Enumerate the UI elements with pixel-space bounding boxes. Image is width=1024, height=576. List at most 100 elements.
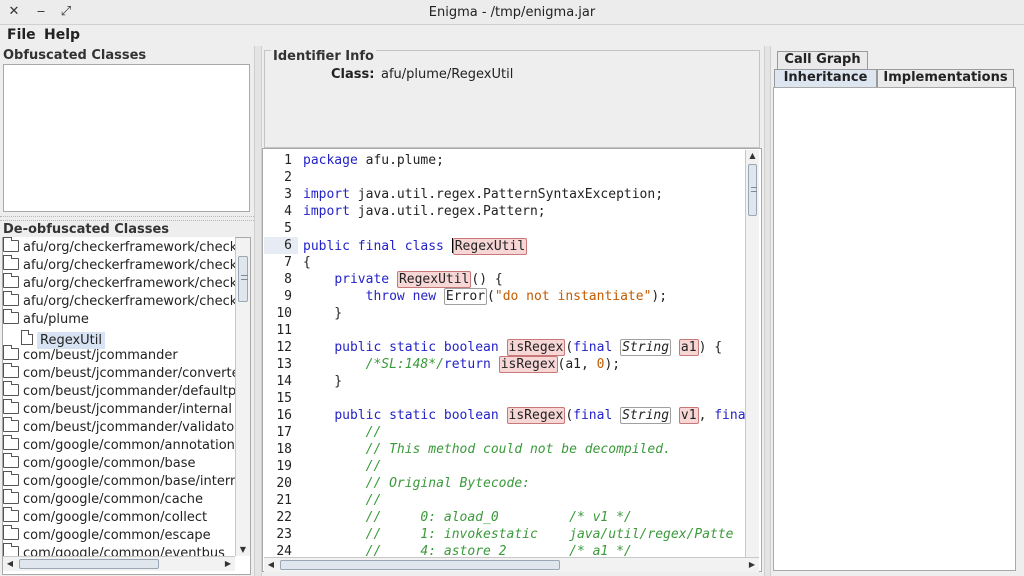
tree-package-item[interactable]: afu/org/checkerframework/checke bbox=[3, 255, 235, 276]
window-title: Enigma - /tmp/enigma.jar bbox=[428, 5, 596, 20]
line-number: 14 bbox=[276, 374, 292, 389]
code-line: // bbox=[365, 425, 382, 440]
tree-item-label: com/beust/jcommander/converter bbox=[23, 366, 235, 381]
tree-item-label: afu/org/checkerframework/checke bbox=[23, 276, 235, 291]
folder-icon bbox=[3, 345, 19, 360]
tree-item-label: afu/org/checkerframework/checke bbox=[23, 258, 235, 273]
tab-implementations[interactable]: Implementations bbox=[877, 69, 1014, 87]
tree-package-item[interactable]: com/beust/jcommander/defaultpro bbox=[3, 381, 235, 402]
tab-call-graph[interactable]: Call Graph bbox=[777, 51, 868, 69]
line-number: 7 bbox=[284, 255, 292, 270]
code-editor[interactable]: 1 2 3 4 5 6 7 8 9 10 11 12 13 14 15 16 17 18 19 20 21 22 23 24 … bbox=[264, 150, 746, 557]
tree-package-item[interactable]: com/beust/jcommander/converter bbox=[3, 363, 235, 384]
tree-package-item[interactable]: com/beust/jcommander/validators bbox=[3, 417, 235, 438]
tree-package-item[interactable]: afu/org/checkerframework/checke bbox=[3, 291, 235, 312]
code-horizontal-scrollbar[interactable]: ◀ ▶ bbox=[264, 557, 759, 572]
identifier-a1[interactable]: a1 bbox=[678, 339, 699, 356]
identifier-regexutil-ctor[interactable]: RegexUtil bbox=[396, 271, 472, 288]
tree-item-label: com/beust/jcommander/validators bbox=[23, 420, 235, 435]
line-number: 12 bbox=[276, 340, 292, 355]
folder-icon bbox=[3, 471, 19, 486]
folder-icon bbox=[3, 453, 19, 468]
code-hscroll-thumb[interactable] bbox=[280, 560, 560, 570]
identifier-v1[interactable]: v1 bbox=[678, 407, 699, 424]
horizontal-splitter[interactable] bbox=[0, 216, 254, 221]
center-right-splitter[interactable] bbox=[764, 46, 771, 576]
code-line: // Original Bytecode: bbox=[365, 476, 530, 491]
code-scroll-thumb[interactable] bbox=[748, 164, 757, 216]
line-number: 23 bbox=[276, 527, 292, 542]
tree-item-label: afu/org/checkerframework/checke bbox=[23, 294, 235, 309]
code-line: private RegexUtil() { bbox=[334, 271, 503, 288]
identifier-error[interactable]: Error bbox=[443, 288, 488, 305]
scroll-right-arrow-icon[interactable]: ▶ bbox=[222, 557, 234, 571]
tree-package-item[interactable]: com/google/common/cache bbox=[3, 489, 204, 510]
tree-package-item[interactable]: afu/plume bbox=[3, 309, 89, 330]
scroll-up-arrow-icon[interactable]: ▲ bbox=[746, 150, 759, 162]
tree-vertical-scrollbar[interactable]: ▼ bbox=[235, 238, 250, 556]
line-number: 18 bbox=[276, 442, 292, 457]
obfuscated-classes-label: Obfuscated Classes bbox=[3, 48, 147, 63]
tree-horizontal-scrollbar[interactable]: ◀ ▶ bbox=[3, 556, 235, 571]
code-line: public static boolean isRegex (final Stri… bbox=[334, 339, 723, 356]
tree-package-item[interactable]: com/beust/jcommander/internal bbox=[3, 399, 232, 420]
folder-icon bbox=[3, 489, 19, 504]
tree-package-item[interactable]: com/beust/jcommander bbox=[3, 345, 178, 366]
left-center-splitter[interactable] bbox=[254, 46, 262, 576]
folder-icon bbox=[3, 525, 19, 540]
tree-package-item[interactable]: com/google/common/collect bbox=[3, 507, 207, 528]
deobfuscated-classes-label: De-obfuscated Classes bbox=[3, 222, 170, 237]
tree-package-item[interactable]: afu/org/checkerframework/checke bbox=[3, 237, 235, 258]
folder-icon bbox=[3, 507, 19, 522]
scroll-left-arrow-icon[interactable]: ◀ bbox=[265, 558, 277, 572]
code-line: package afu.plume; bbox=[303, 153, 444, 168]
line-number: 6 bbox=[284, 238, 292, 253]
scroll-left-arrow-icon[interactable]: ◀ bbox=[4, 557, 16, 571]
tree-hscroll-thumb[interactable] bbox=[19, 559, 159, 569]
identifier-string-2[interactable]: String bbox=[620, 407, 672, 424]
identifier-info-label: Identifier Info bbox=[271, 49, 376, 64]
grip-icon bbox=[241, 275, 248, 280]
code-line: } bbox=[303, 374, 343, 389]
class-label: Class: bbox=[331, 67, 375, 82]
tab-inheritance[interactable]: Inheritance bbox=[774, 69, 877, 87]
line-number: 16 bbox=[276, 408, 292, 423]
identifier-regexutil[interactable]: RegexUtil bbox=[452, 238, 528, 255]
identifier-string[interactable]: String bbox=[620, 339, 672, 356]
scroll-right-arrow-icon[interactable]: ▶ bbox=[746, 558, 758, 572]
tree-package-item[interactable]: com/google/common/annotations bbox=[3, 435, 235, 456]
tree-package-item[interactable]: afu/org/checkerframework/checke bbox=[3, 273, 235, 294]
obfuscated-classes-list[interactable] bbox=[3, 64, 250, 212]
line-number: 4 bbox=[284, 204, 292, 219]
tree-package-item[interactable]: com/google/common/base bbox=[3, 453, 196, 474]
code-line: public final class RegexUtil bbox=[303, 238, 528, 255]
tree-class-item[interactable]: RegexUtil bbox=[21, 330, 105, 349]
code-line: // 4: astore_2 /* a1 */ bbox=[365, 544, 632, 557]
folder-icon bbox=[3, 291, 19, 306]
identifier-isregex[interactable]: isRegex bbox=[506, 339, 566, 356]
code-vertical-scrollbar[interactable]: ▲ bbox=[745, 150, 759, 557]
line-number: 5 bbox=[284, 221, 292, 236]
identifier-isregex-2[interactable]: isRegex bbox=[506, 407, 566, 424]
menu-help[interactable]: Help bbox=[44, 27, 80, 43]
line-number: 17 bbox=[276, 425, 292, 440]
tree-item-label: com/google/common/cache bbox=[23, 492, 204, 507]
menu-file[interactable]: File bbox=[7, 27, 36, 43]
folder-icon bbox=[3, 255, 19, 270]
inheritance-tree-area[interactable] bbox=[773, 87, 1016, 571]
tree-package-item[interactable]: com/google/common/base/interna bbox=[3, 471, 235, 492]
folder-icon bbox=[3, 273, 19, 288]
code-line: throw new Error ("do not instantiate"); bbox=[365, 288, 668, 305]
tree-scroll-thumb[interactable] bbox=[238, 256, 248, 302]
scroll-down-arrow-icon[interactable]: ▼ bbox=[236, 544, 250, 556]
folder-icon bbox=[3, 363, 19, 378]
tree-item-label: afu/org/checkerframework/checke bbox=[23, 240, 235, 255]
code-line: import java.util.regex.PatternSyntaxExce… bbox=[303, 187, 664, 202]
line-number: 1 bbox=[284, 153, 292, 168]
deobfuscated-classes-tree[interactable]: afu/org/checkerframework/checke afu/org/c… bbox=[3, 237, 235, 558]
tree-package-item[interactable]: com/google/common/escape bbox=[3, 525, 211, 546]
identifier-isregex-call[interactable]: isRegex bbox=[498, 356, 558, 373]
identifier-info-box: Identifier Info Class: afu/plume/RegexUt… bbox=[264, 49, 760, 148]
folder-icon bbox=[3, 399, 19, 414]
code-line: // bbox=[365, 459, 382, 474]
